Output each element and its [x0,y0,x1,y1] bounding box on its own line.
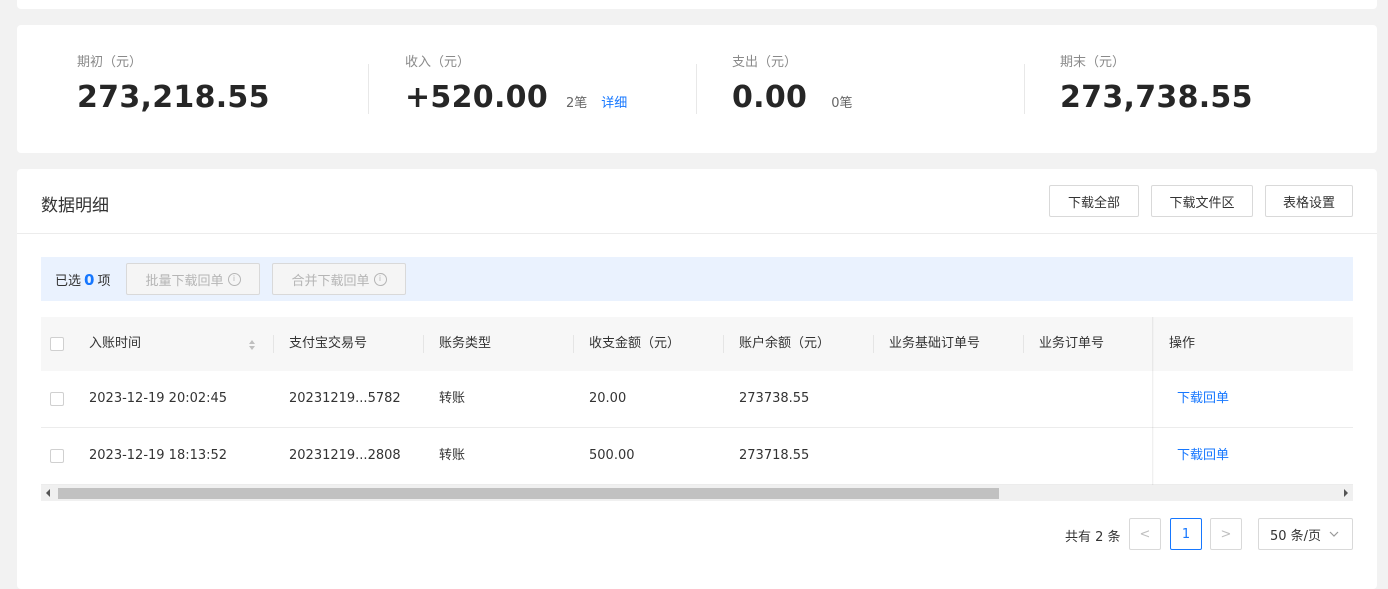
column-header-trade-no: 支付宝交易号 [289,336,368,351]
pagination-total: 共有 2 条 [1065,530,1121,545]
column-separator [723,335,724,353]
info-icon: i [227,272,241,286]
cell-trade-no: 20231219...5782 [289,391,401,406]
table-header: 入账时间 支付宝交易号 账务类型 收支金额（元） 账户余额（元） 业务基础订单号… [41,317,1353,371]
info-icon: i [373,272,387,286]
download-all-button[interactable]: 下载全部 [1049,185,1139,217]
column-separator [873,335,874,353]
cell-time: 2023-12-19 18:13:52 [89,448,228,463]
details-card: 数据明细 下载全部 下载文件区 表格设置 已选 0 项 批量下载回单 i 合并下载回单… [17,169,1377,589]
table-row: 2023-12-19 18:13:52 20231219...2808 转账 5… [41,428,1353,485]
top-card-edge [17,0,1377,9]
income-count: 2笔 [566,96,588,111]
income-detail-link[interactable]: 详细 [601,96,627,111]
column-header-base-order: 业务基础订单号 [889,336,981,351]
row-checkbox[interactable] [50,392,64,406]
cell-amount: 20.00 [589,391,627,406]
cell-balance: 273718.55 [739,448,810,463]
expense-value: 0.00 [732,80,808,115]
sort-icon[interactable] [248,339,256,351]
horizontal-scrollbar[interactable] [41,485,1353,501]
table-row: 2023-12-19 20:02:45 20231219...5782 转账 2… [41,371,1353,428]
merge-download-receipts-button[interactable]: 合并下载回单 i [272,263,406,295]
income-value: +520.00 [405,80,549,115]
selection-prefix: 已选 [55,274,82,289]
selection-count-text: 已选 0 项 [55,270,110,289]
download-receipt-link[interactable]: 下载回单 [1177,428,1229,484]
column-header-balance: 账户余额（元） [739,336,831,351]
cell-type: 转账 [439,391,466,406]
scroll-right-icon[interactable] [1343,489,1349,497]
row-checkbox[interactable] [50,449,64,463]
income-label: 收入（元） [405,55,471,70]
chevron-left-icon: < [1139,526,1151,542]
page-size-value: 50 条/页 [1270,528,1322,544]
closing-balance-label: 期末（元） [1060,55,1126,70]
column-header-type: 账务类型 [439,336,492,351]
column-header-actions: 操作 [1169,336,1196,351]
stat-divider [1024,64,1025,114]
chevron-right-icon: > [1220,526,1232,542]
opening-balance-value: 273,218.55 [77,80,270,115]
select-all-checkbox[interactable] [50,337,64,351]
column-separator [573,335,574,353]
next-page-button[interactable]: > [1210,518,1242,550]
header-divider [17,233,1377,234]
selection-count: 0 [84,271,95,289]
expense-count: 0笔 [831,96,853,111]
opening-balance-stat: 期初（元） 273,218.55 [77,51,270,115]
download-file-area-button[interactable]: 下载文件区 [1151,185,1253,217]
income-stat: 收入（元） +520.00 2笔 详细 [405,51,627,115]
selection-suffix: 项 [97,274,111,289]
scrollbar-thumb[interactable] [58,488,999,499]
expense-stat: 支出（元） 0.00 0笔 [732,51,853,115]
merge-download-label: 合并下载回单 [291,273,370,289]
chevron-down-icon [1329,531,1339,537]
table-settings-button[interactable]: 表格设置 [1265,185,1353,217]
column-header-time[interactable]: 入账时间 [89,317,141,371]
expense-row: 0.00 0笔 [732,80,853,115]
scroll-left-icon[interactable] [45,489,51,497]
summary-card: 期初（元） 273,218.55 收入（元） +520.00 2笔 详细 支出（元）… [17,25,1377,153]
column-separator [423,335,424,353]
page-size-select[interactable]: 50 条/页 [1258,518,1353,550]
selection-bar: 已选 0 项 批量下载回单 i 合并下载回单 i [41,257,1353,301]
column-separator [1023,335,1024,353]
cell-trade-no: 20231219...2808 [289,448,401,463]
column-header-amount: 收支金额（元） [589,336,681,351]
cell-type: 转账 [439,448,466,463]
stat-divider [696,64,697,114]
download-receipt-link[interactable]: 下载回单 [1177,371,1229,427]
batch-download-receipts-button[interactable]: 批量下载回单 i [126,263,260,295]
fixed-column-shadow [1152,317,1154,485]
column-separator [273,335,274,353]
cell-amount: 500.00 [589,448,635,463]
page-1-button[interactable]: 1 [1170,518,1202,550]
closing-balance-stat: 期末（元） 273,738.55 [1060,51,1253,115]
column-header-order: 业务订单号 [1039,336,1105,351]
prev-page-button[interactable]: < [1129,518,1161,550]
cell-balance: 273738.55 [739,391,810,406]
opening-balance-label: 期初（元） [77,55,143,70]
details-title: 数据明细 [41,196,109,216]
batch-download-label: 批量下载回单 [145,273,224,289]
stat-divider [368,64,369,114]
expense-label: 支出（元） [732,55,798,70]
cell-time: 2023-12-19 20:02:45 [89,391,228,406]
income-row: +520.00 2笔 详细 [405,80,627,115]
closing-balance-value: 273,738.55 [1060,80,1253,115]
